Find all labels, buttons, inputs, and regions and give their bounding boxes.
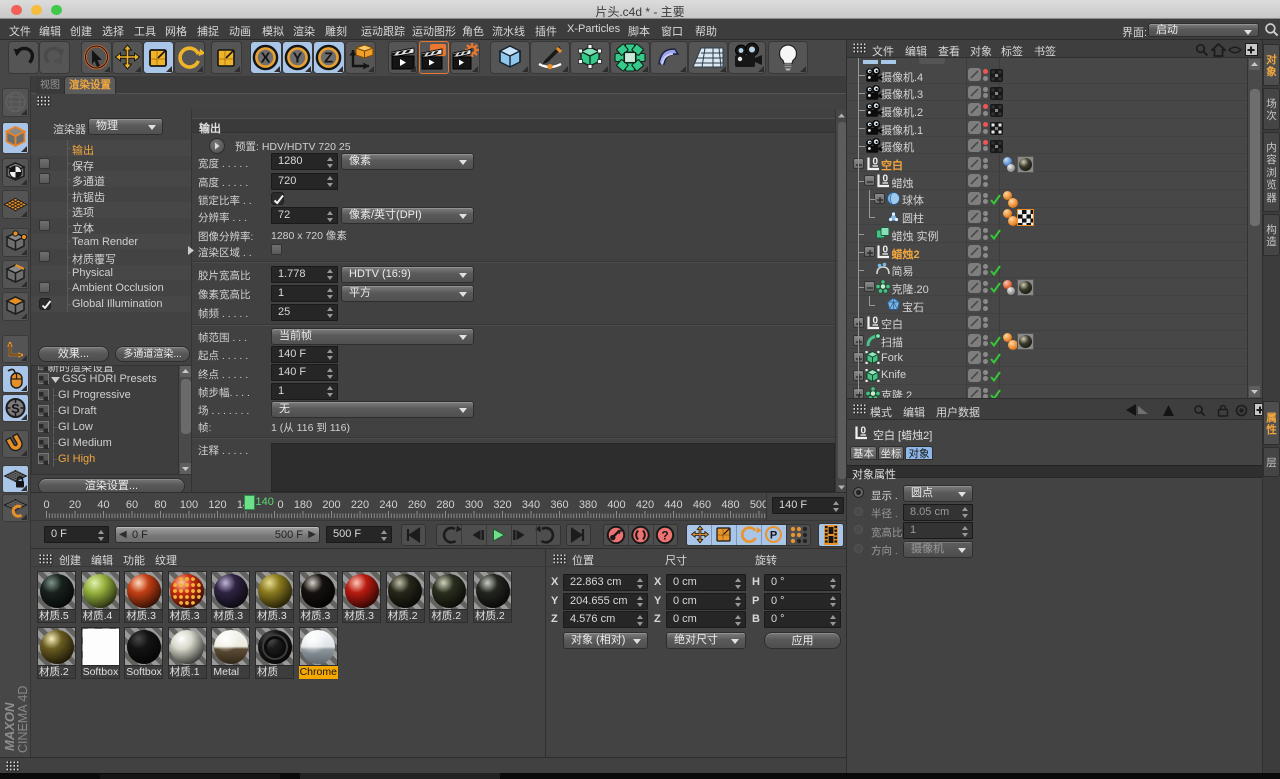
svg-text:80: 80 <box>154 499 166 511</box>
svg-text:440: 440 <box>664 499 682 511</box>
svg-text:340: 340 <box>522 499 540 511</box>
svg-text:360: 360 <box>550 499 568 511</box>
svg-text:320: 320 <box>493 499 511 511</box>
svg-text:Y: Y <box>292 51 302 67</box>
svg-text:300: 300 <box>465 499 483 511</box>
svg-text:220: 220 <box>351 499 369 511</box>
svg-text:S: S <box>11 401 20 416</box>
svg-text:500: 500 <box>750 499 766 511</box>
svg-text:380: 380 <box>579 499 597 511</box>
svg-text:40: 40 <box>97 499 109 511</box>
svg-text:260: 260 <box>408 499 426 511</box>
svg-text:100: 100 <box>180 499 198 511</box>
svg-text:460: 460 <box>693 499 711 511</box>
svg-text:200: 200 <box>322 499 340 511</box>
svg-text:400: 400 <box>607 499 625 511</box>
svg-text:480: 480 <box>721 499 739 511</box>
svg-text:60: 60 <box>126 499 138 511</box>
svg-text:20: 20 <box>69 499 81 511</box>
svg-text:Z: Z <box>324 51 333 67</box>
svg-text:120: 120 <box>208 499 226 511</box>
svg-text:0: 0 <box>43 499 49 511</box>
svg-text:P: P <box>770 530 777 542</box>
svg-text:240: 240 <box>379 499 397 511</box>
svg-text:X: X <box>261 51 271 67</box>
svg-text:420: 420 <box>636 499 654 511</box>
svg-text:?: ? <box>661 529 668 543</box>
svg-text:280: 280 <box>436 499 454 511</box>
svg-text:180: 180 <box>294 499 312 511</box>
